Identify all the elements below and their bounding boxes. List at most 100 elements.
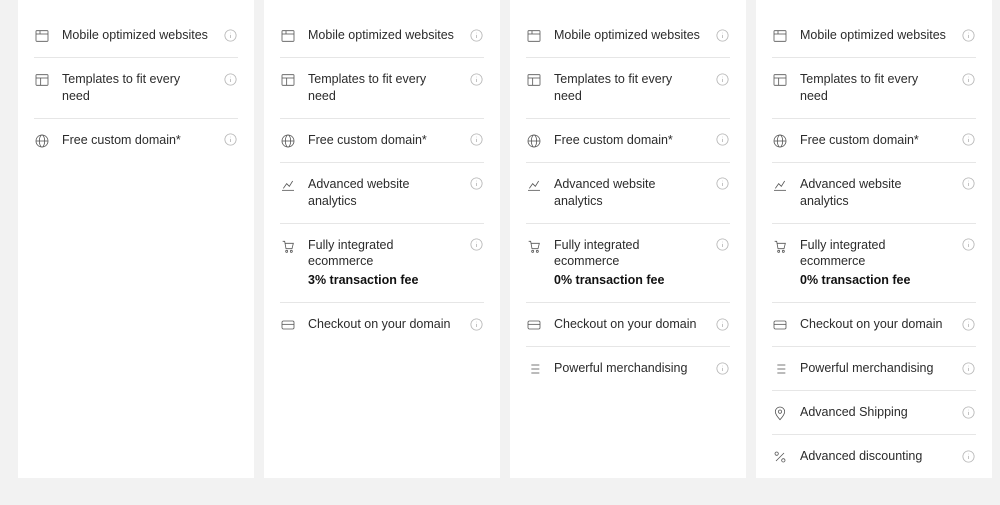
feature-label: Free custom domain* bbox=[308, 132, 456, 149]
feature-row-templates: Templates to fit every need bbox=[526, 58, 730, 119]
feature-label: Advanced discounting bbox=[800, 448, 948, 465]
info-icon[interactable] bbox=[714, 27, 730, 43]
browser-icon bbox=[772, 28, 788, 44]
layout-icon bbox=[526, 72, 542, 88]
browser-icon bbox=[280, 28, 296, 44]
info-icon[interactable] bbox=[468, 71, 484, 87]
feature-sublabel: 0% transaction fee bbox=[554, 272, 702, 289]
feature-row-ecommerce: Fully integrated ecommerce0% transaction… bbox=[526, 224, 730, 304]
feature-row-discount: Advanced discounting bbox=[772, 435, 976, 478]
feature-label: Mobile optimized websites bbox=[308, 27, 456, 44]
feature-row-analytics: Advanced website analytics bbox=[772, 163, 976, 224]
feature-label: Free custom domain* bbox=[62, 132, 210, 149]
feature-label: Free custom domain* bbox=[800, 132, 948, 149]
chart-icon bbox=[772, 177, 788, 193]
info-icon[interactable] bbox=[468, 132, 484, 148]
feature-label: Advanced website analytics bbox=[800, 176, 948, 210]
layout-icon bbox=[772, 72, 788, 88]
info-icon[interactable] bbox=[960, 316, 976, 332]
feature-row-analytics: Advanced website analytics bbox=[280, 163, 484, 224]
cart-icon bbox=[526, 238, 542, 254]
feature-row-domain: Free custom domain* bbox=[772, 119, 976, 163]
plan-column: Mobile optimized websites Templates to fi… bbox=[510, 0, 746, 478]
layout-icon bbox=[280, 72, 296, 88]
cart-icon bbox=[772, 238, 788, 254]
feature-row-analytics: Advanced website analytics bbox=[526, 163, 730, 224]
layout-icon bbox=[34, 72, 50, 88]
feature-row-merch: Powerful merchandising bbox=[526, 347, 730, 390]
feature-label: Advanced website analytics bbox=[308, 176, 456, 210]
info-icon[interactable] bbox=[960, 132, 976, 148]
browser-icon bbox=[526, 28, 542, 44]
info-icon[interactable] bbox=[222, 132, 238, 148]
info-icon[interactable] bbox=[468, 316, 484, 332]
info-icon[interactable] bbox=[222, 71, 238, 87]
list-icon bbox=[772, 361, 788, 377]
feature-sublabel: 0% transaction fee bbox=[800, 272, 948, 289]
cart-icon bbox=[280, 238, 296, 254]
feature-row-mobile: Mobile optimized websites bbox=[34, 14, 238, 58]
feature-sublabel: 3% transaction fee bbox=[308, 272, 456, 289]
info-icon[interactable] bbox=[714, 176, 730, 192]
info-icon[interactable] bbox=[468, 176, 484, 192]
feature-label: Advanced website analytics bbox=[554, 176, 702, 210]
card-icon bbox=[526, 317, 542, 333]
pin-icon bbox=[772, 405, 788, 421]
info-icon[interactable] bbox=[960, 448, 976, 464]
feature-row-merch: Powerful merchandising bbox=[772, 347, 976, 391]
info-icon[interactable] bbox=[714, 71, 730, 87]
feature-label: Mobile optimized websites bbox=[800, 27, 948, 44]
feature-label: Powerful merchandising bbox=[554, 360, 702, 377]
info-icon[interactable] bbox=[468, 237, 484, 253]
feature-label: Free custom domain* bbox=[554, 132, 702, 149]
globe-icon bbox=[34, 133, 50, 149]
feature-label: Templates to fit every need bbox=[308, 71, 456, 105]
feature-label: Checkout on your domain bbox=[308, 316, 456, 333]
plan-column: Mobile optimized websites Templates to fi… bbox=[756, 0, 992, 478]
info-icon[interactable] bbox=[714, 132, 730, 148]
feature-row-ecommerce: Fully integrated ecommerce0% transaction… bbox=[772, 224, 976, 304]
browser-icon bbox=[34, 28, 50, 44]
globe-icon bbox=[772, 133, 788, 149]
info-icon[interactable] bbox=[714, 237, 730, 253]
list-icon bbox=[526, 361, 542, 377]
feature-row-templates: Templates to fit every need bbox=[280, 58, 484, 119]
info-icon[interactable] bbox=[960, 360, 976, 376]
info-icon[interactable] bbox=[960, 27, 976, 43]
info-icon[interactable] bbox=[222, 27, 238, 43]
feature-label: Mobile optimized websites bbox=[554, 27, 702, 44]
feature-row-checkout: Checkout on your domain bbox=[280, 303, 484, 346]
feature-label: Fully integrated ecommerce0% transaction… bbox=[554, 237, 702, 290]
feature-row-ecommerce: Fully integrated ecommerce3% transaction… bbox=[280, 224, 484, 304]
plan-column: Mobile optimized websites Templates to fi… bbox=[264, 0, 500, 478]
feature-label: Templates to fit every need bbox=[554, 71, 702, 105]
chart-icon bbox=[280, 177, 296, 193]
feature-row-domain: Free custom domain* bbox=[34, 119, 238, 162]
feature-label: Checkout on your domain bbox=[554, 316, 702, 333]
feature-row-domain: Free custom domain* bbox=[526, 119, 730, 163]
feature-label: Templates to fit every need bbox=[800, 71, 948, 105]
feature-row-mobile: Mobile optimized websites bbox=[526, 14, 730, 58]
feature-row-checkout: Checkout on your domain bbox=[772, 303, 976, 347]
info-icon[interactable] bbox=[714, 316, 730, 332]
feature-row-templates: Templates to fit every need bbox=[34, 58, 238, 119]
info-icon[interactable] bbox=[960, 404, 976, 420]
globe-icon bbox=[526, 133, 542, 149]
feature-label: Powerful merchandising bbox=[800, 360, 948, 377]
feature-row-mobile: Mobile optimized websites bbox=[772, 14, 976, 58]
feature-label: Advanced Shipping bbox=[800, 404, 948, 421]
info-icon[interactable] bbox=[960, 71, 976, 87]
feature-row-templates: Templates to fit every need bbox=[772, 58, 976, 119]
feature-label: Mobile optimized websites bbox=[62, 27, 210, 44]
info-icon[interactable] bbox=[714, 360, 730, 376]
info-icon[interactable] bbox=[960, 176, 976, 192]
feature-label: Templates to fit every need bbox=[62, 71, 210, 105]
info-icon[interactable] bbox=[960, 237, 976, 253]
feature-row-shipping: Advanced Shipping bbox=[772, 391, 976, 435]
card-icon bbox=[280, 317, 296, 333]
percent-icon bbox=[772, 449, 788, 465]
card-icon bbox=[772, 317, 788, 333]
feature-row-mobile: Mobile optimized websites bbox=[280, 14, 484, 58]
info-icon[interactable] bbox=[468, 27, 484, 43]
feature-label: Fully integrated ecommerce3% transaction… bbox=[308, 237, 456, 290]
